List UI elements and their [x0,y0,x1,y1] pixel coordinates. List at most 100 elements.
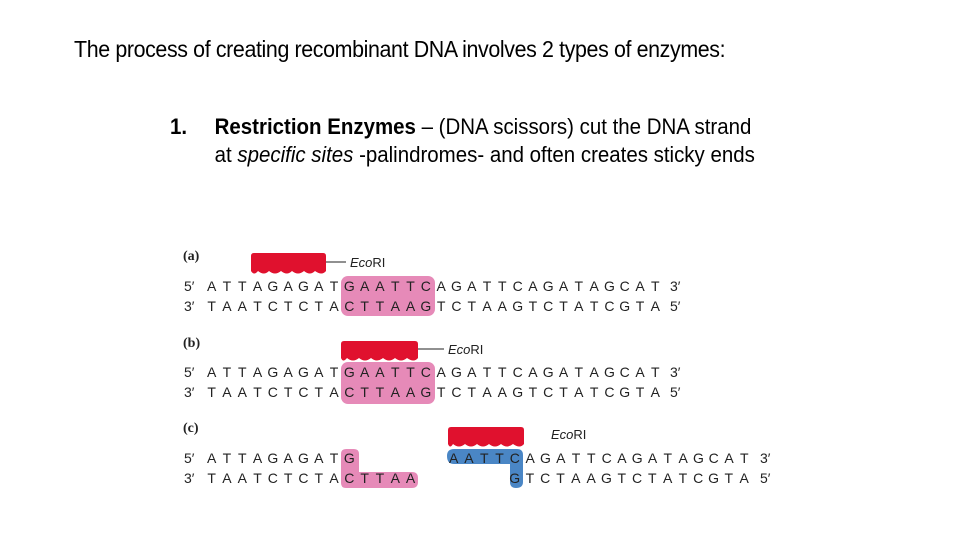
dna-base: G [631,450,643,466]
dna-base: C [344,384,355,400]
ecori-label-a: EcoRI [350,255,385,270]
dna-base: C [631,470,643,486]
dna-base: T [495,450,504,466]
dna-base: G [542,364,554,380]
ecori-italic: Eco [350,255,373,270]
dna-base: C [509,450,520,466]
dna-base: T [498,278,507,294]
dna-base: A [405,298,416,314]
dna-base: A [436,364,446,380]
dna-base: G [619,384,631,400]
dna-base: A [375,278,385,294]
ecori-label-b: EcoRI [448,342,483,357]
dna-base: A [739,470,749,486]
dna-base: G [267,364,279,380]
dna-base: T [207,298,216,314]
dna-base: T [329,278,339,294]
dna-base: T [283,298,293,314]
dna-base: G [512,298,524,314]
dna-base: G [343,364,355,380]
dna-base: T [574,364,584,380]
dna-base: T [574,278,584,294]
dna-base: A [390,470,400,486]
dna-base: A [678,450,688,466]
dna-base: A [574,298,584,314]
dna-base: A [252,364,263,380]
five-prime-label: 5′ [670,384,681,400]
dna-base: T [467,298,477,314]
dna-base: T [436,298,446,314]
dna-base: G [509,470,521,486]
dna-base: A [650,298,660,314]
dna-base: G [298,450,309,466]
dna-base: T [222,450,232,466]
ecori-enzyme-c [448,427,524,447]
dna-base: A [314,364,324,380]
dna-base: T [635,298,645,314]
dna-base: C [267,384,278,400]
dna-base: G [540,450,551,466]
dna-base: T [663,450,673,466]
dna-base: C [601,450,612,466]
dna-base: C [298,384,309,400]
dna-base: G [343,450,355,466]
dna-base: A [571,470,581,486]
dna-base: A [558,364,569,380]
dna-base: C [619,364,630,380]
dna-base: T [406,364,415,380]
dna-base: C [543,298,554,314]
dna-base: A [405,384,416,400]
ecori-figure: (a) (b) (c) EcoRI EcoRI EcoRI 5′ 3′ ATTA… [0,0,960,540]
dna-base: T [314,470,324,486]
dna-base: T [589,298,599,314]
dna-base: A [329,384,339,400]
dna-base: C [693,470,704,486]
dna-base: C [604,298,615,314]
dna-base: T [360,298,369,314]
dna-base: A [283,364,293,380]
dna-base: A [237,298,247,314]
dna-base: T [635,384,645,400]
dna-base: A [222,298,232,314]
dna-base: T [589,384,599,400]
dna-base: T [556,470,565,486]
dna-base: T [482,278,492,294]
dna-base: G [619,298,631,314]
dna-base: C [619,278,630,294]
dna-base: G [542,278,554,294]
panel-label-a: (a) [183,249,200,264]
ecori-italic: Eco [551,427,574,442]
dna-base: G [604,278,615,294]
dna-base: A [589,278,599,294]
dna-base: A [222,470,232,486]
dna-base: A [206,450,217,466]
dna-base: T [253,470,262,486]
dna-base: C [298,298,309,314]
dna-base: G [267,278,279,294]
dna-base: T [283,384,293,400]
dna-base: T [724,470,734,486]
dna-base: T [253,298,262,314]
dna-base: C [451,384,462,400]
dna-base: T [207,384,216,400]
dna-base: T [329,450,339,466]
ecori-rest: RI [573,427,587,442]
dna-base: A [647,450,658,466]
dna-base: C [420,364,431,380]
dna-base: T [528,384,538,400]
dna-base: A [662,470,673,486]
dna-base: T [648,470,657,486]
dna-base: A [617,450,627,466]
ecori-rest: RI [372,255,386,270]
dna-base: G [693,450,704,466]
dna-base: A [390,298,400,314]
dna-base: T [237,450,247,466]
dna-base: T [740,450,749,466]
dna-base: A [497,298,507,314]
dna-base: T [375,298,385,314]
dna-base: T [390,278,400,294]
dna-base: C [344,470,355,486]
dna-base: T [678,470,688,486]
dna-base: C [540,470,551,486]
dna-base: G [298,364,309,380]
